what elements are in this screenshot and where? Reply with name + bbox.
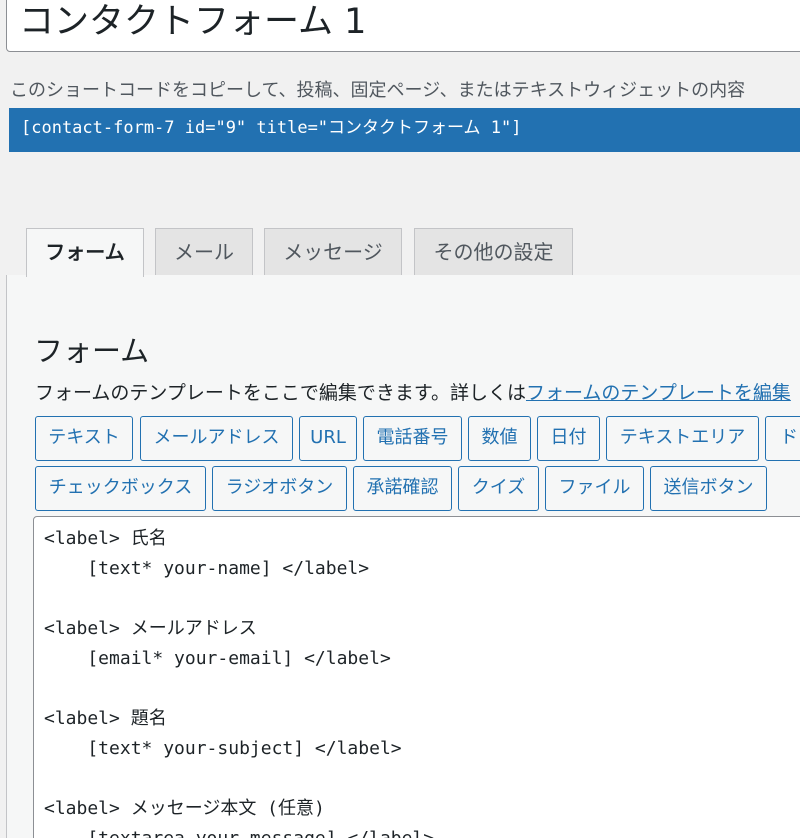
tag-text-button[interactable]: テキスト [35, 416, 133, 461]
tag-submit-button[interactable]: 送信ボタン [650, 466, 767, 511]
tag-file-button[interactable]: ファイル [545, 466, 644, 511]
tag-checkbox-button[interactable]: チェックボックス [35, 466, 206, 511]
tag-date-button[interactable]: 日付 [537, 416, 600, 461]
editor-line: [text* your-subject] </label> [44, 738, 402, 759]
editor-line: [text* your-name] </label> [44, 558, 370, 579]
editor-line: [email* your-email] </label> [44, 648, 391, 669]
tab-form[interactable]: フォーム [26, 228, 144, 277]
panel-description-text: フォームのテンプレートをここで編集できます。詳しくは [35, 382, 526, 404]
tag-radio-button[interactable]: ラジオボタン [212, 466, 347, 511]
shortcode-description: このショートコードをコピーして、投稿、固定ページ、またはテキストウィジェットの内… [10, 80, 746, 101]
panel-heading: フォーム [34, 334, 150, 368]
tab-messages[interactable]: メッセージ [264, 228, 402, 275]
editor-line: <label> 氏名 [44, 528, 167, 549]
tag-number-button[interactable]: 数値 [468, 416, 531, 461]
tag-quiz-button[interactable]: クイズ [458, 466, 539, 511]
form-template-editor[interactable]: <label> 氏名 [text* your-name] </label> <l… [33, 516, 800, 838]
tag-acceptance-button[interactable]: 承諾確認 [353, 466, 452, 511]
editor-line: <label> メッセージ本文 (任意) [44, 798, 325, 819]
template-docs-link[interactable]: フォームのテンプレートを編集 [526, 382, 791, 404]
tag-url-button[interactable]: URL [299, 416, 357, 461]
tag-dropdown-button[interactable]: ドロ [765, 416, 800, 461]
form-title-input[interactable]: コンタクトフォーム 1 [6, 0, 800, 52]
editor-line: <label> 題名 [44, 708, 167, 729]
editor-line: [textarea your-message] </label> [44, 828, 800, 838]
tag-tel-button[interactable]: 電話番号 [363, 416, 462, 461]
editor-line: <label> メールアドレス [44, 618, 257, 639]
tab-additional-settings[interactable]: その他の設定 [414, 228, 573, 275]
settings-tabs: フォーム メール メッセージ その他の設定 [0, 228, 800, 277]
tag-textarea-button[interactable]: テキストエリア [606, 416, 759, 461]
shortcode-box[interactable]: [contact-form-7 id="9" title="コンタクトフォーム … [9, 108, 800, 152]
tag-email-button[interactable]: メールアドレス [140, 416, 293, 461]
tab-mail[interactable]: メール [155, 228, 253, 275]
panel-description: フォームのテンプレートをここで編集できます。詳しくはフォームのテンプレートを編集 [35, 378, 791, 405]
